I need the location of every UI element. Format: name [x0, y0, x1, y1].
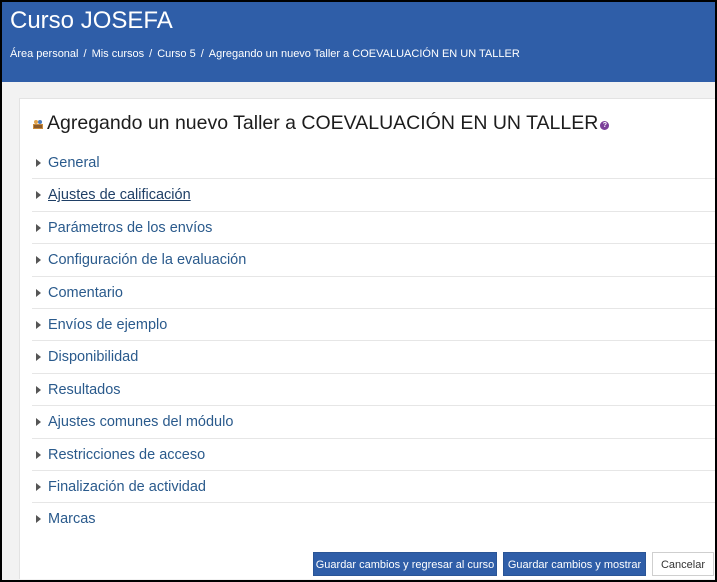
section-link[interactable]: Configuración de la evaluación	[48, 252, 246, 268]
caret-right-icon[interactable]	[36, 191, 41, 200]
section-link[interactable]: Comentario	[48, 285, 123, 301]
section-link[interactable]: Disponibilidad	[48, 349, 138, 365]
breadcrumb-mis-cursos[interactable]: Mis cursos	[92, 48, 145, 60]
section-link[interactable]: Ajustes de calificación	[48, 187, 191, 203]
main-card: Agregando un nuevo Taller a COEVALUACIÓN…	[19, 98, 715, 579]
section-comentario[interactable]: Comentario	[32, 277, 715, 309]
course-header: Curso JOSEFA Área personal / Mis cursos / Cu…	[2, 2, 715, 82]
caret-right-icon[interactable]	[36, 418, 41, 427]
page-title-text: Agregando un nuevo Taller a COEVALUACIÓN…	[47, 112, 599, 134]
caret-right-icon[interactable]	[36, 288, 41, 297]
save-display-button[interactable]: Guardar cambios y mostrar	[503, 552, 646, 576]
caret-right-icon[interactable]	[36, 256, 41, 265]
caret-right-icon[interactable]	[36, 385, 41, 394]
section-link[interactable]: General	[48, 155, 100, 171]
course-title: Curso JOSEFA	[10, 7, 173, 34]
breadcrumb-separator: /	[149, 48, 153, 60]
section-configuracion-evaluacion[interactable]: Configuración de la evaluación	[32, 244, 715, 277]
form-sections: General Ajustes de calificación Parámetr…	[32, 147, 715, 536]
breadcrumb-separator: /	[200, 48, 204, 60]
caret-right-icon[interactable]	[36, 482, 41, 491]
section-restricciones-acceso[interactable]: Restricciones de acceso	[32, 439, 715, 471]
section-general[interactable]: General	[32, 147, 715, 180]
section-parametros-envios[interactable]: Parámetros de los envíos	[32, 212, 715, 245]
section-envios-ejemplo[interactable]: Envíos de ejemplo	[32, 309, 715, 342]
caret-right-icon[interactable]	[36, 320, 41, 329]
workshop-icon	[32, 112, 44, 129]
caret-right-icon[interactable]	[36, 223, 41, 232]
section-link[interactable]: Finalización de actividad	[48, 479, 206, 495]
breadcrumb: Área personal / Mis cursos / Curso 5 / Agregan…	[10, 47, 520, 61]
section-link[interactable]: Envíos de ejemplo	[48, 317, 167, 333]
section-finalizacion-actividad[interactable]: Finalización de actividad	[32, 471, 715, 504]
page-title: Agregando un nuevo Taller a COEVALUACIÓN…	[32, 111, 610, 135]
save-return-button[interactable]: Guardar cambios y regresar al curso	[313, 552, 497, 576]
browser-frame: Curso JOSEFA Área personal / Mis cursos / Cu…	[0, 0, 717, 582]
section-link[interactable]: Ajustes comunes del módulo	[48, 414, 233, 430]
section-link[interactable]: Parámetros de los envíos	[48, 220, 212, 236]
section-ajustes-calificacion[interactable]: Ajustes de calificación	[32, 179, 715, 212]
caret-right-icon[interactable]	[36, 159, 41, 167]
breadcrumb-current: Agregando un nuevo Taller a COEVALUACIÓN…	[208, 48, 520, 60]
section-ajustes-comunes[interactable]: Ajustes comunes del módulo	[32, 406, 715, 439]
cancel-button[interactable]: Cancelar	[652, 552, 714, 576]
caret-right-icon[interactable]	[36, 353, 41, 362]
caret-right-icon[interactable]	[36, 450, 41, 459]
breadcrumb-separator: /	[83, 48, 87, 60]
breadcrumb-curso-5[interactable]: Curso 5	[157, 48, 196, 60]
section-link[interactable]: Restricciones de acceso	[48, 447, 205, 463]
section-link[interactable]: Resultados	[48, 382, 121, 398]
question-help-icon[interactable]: ?	[600, 121, 610, 130]
section-marcas[interactable]: Marcas	[32, 503, 715, 535]
section-resultados[interactable]: Resultados	[32, 374, 715, 407]
section-link[interactable]: Marcas	[48, 511, 96, 527]
caret-right-icon[interactable]	[36, 515, 41, 524]
breadcrumb-area-personal[interactable]: Área personal	[10, 48, 79, 60]
section-disponibilidad[interactable]: Disponibilidad	[32, 341, 715, 374]
